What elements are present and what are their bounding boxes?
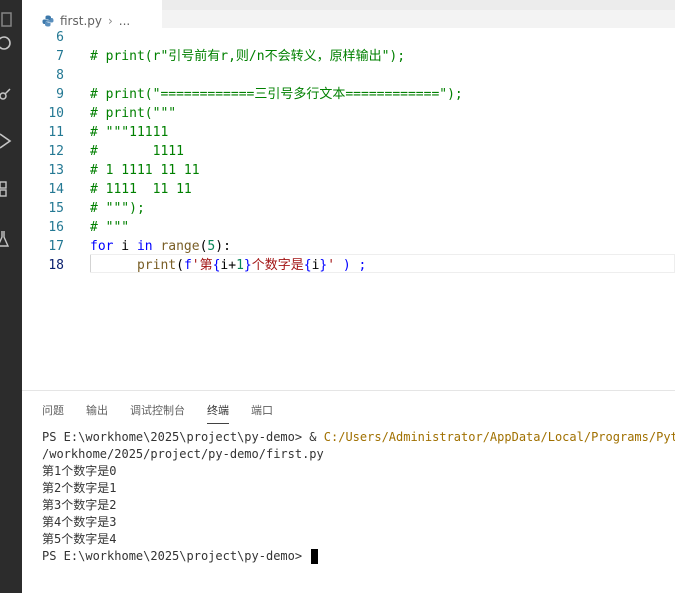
breadcrumb-symbols[interactable]: ...	[119, 14, 130, 28]
number-literal: 1	[236, 258, 244, 273]
code-line-for-loop: for i in range(5):	[90, 237, 231, 256]
terminal-output-line: 第3个数字是2	[42, 498, 117, 512]
activity-bar	[0, 0, 22, 593]
keyword-for: for	[90, 239, 114, 254]
line-number: 14	[48, 182, 64, 197]
terminal-output[interactable]: PS E:\workhome\2025\project\py-demo> & C…	[42, 429, 675, 565]
breadcrumb-separator: ›	[107, 14, 113, 28]
line-number: 16	[48, 220, 64, 235]
line-number: 17	[48, 239, 64, 254]
tab-problems[interactable]: 问题	[42, 403, 64, 421]
line-number: 13	[48, 163, 64, 178]
line-number: 6	[56, 30, 64, 45]
code-line: # 1111	[90, 142, 184, 161]
line-number: 11	[48, 125, 64, 140]
string-part: '	[327, 258, 336, 273]
tab-bar-empty-area	[162, 0, 675, 10]
comment-text: # """);	[90, 201, 145, 216]
breadcrumb-file[interactable]: first.py	[60, 14, 102, 28]
code-line-print: print(f'第{i+1}个数字是{i}' ) ;	[90, 256, 366, 275]
comment-text: # """	[90, 220, 130, 235]
line-number: 10	[48, 106, 64, 121]
loop-variable: i	[113, 239, 137, 254]
search-icon[interactable]	[0, 34, 14, 54]
line-number: 8	[56, 68, 64, 83]
code-line: # 1111 11 11	[90, 180, 192, 199]
python-exe-path: C:/Users/Administrator/AppData/Local/Pro…	[323, 430, 675, 444]
terminal-output-line: 第5个数字是4	[42, 532, 117, 546]
comment-text: # """11111	[90, 125, 169, 140]
terminal-prompt: PS E:\workhome\2025\project\py-demo> &	[42, 430, 324, 444]
tab-debug-console[interactable]: 调试控制台	[130, 403, 185, 421]
source-control-icon[interactable]	[0, 84, 14, 104]
comment-text: # 1 1111 11 11	[90, 163, 200, 178]
code-line: # """);	[90, 199, 145, 218]
comment-text: # print(r"引号前有r,则/n不会转义，原样输出");	[90, 49, 406, 64]
comment-text: # print("============三引号多行文本============…	[90, 87, 463, 102]
panel-tab-bar: 问题 输出 调试控制台 终端 端口	[42, 403, 295, 424]
close-paren-colon: ):	[215, 239, 231, 254]
tab-output[interactable]: 输出	[86, 403, 108, 421]
terminal-cursor	[311, 549, 319, 564]
code-line: # print(r"引号前有r,则/n不会转义，原样输出");	[90, 47, 405, 66]
terminal-output-line: 第4个数字是3	[42, 515, 117, 529]
code-editor[interactable]: 6 7 8 9 10 11 12 13 14 15 16 17 18 # pri…	[22, 28, 675, 390]
tab-ports[interactable]: 端口	[251, 403, 273, 421]
string-part: '第	[191, 258, 213, 273]
comment-text: # 1111 11 11	[90, 182, 192, 197]
open-paren: (	[176, 258, 184, 273]
keyword-in: in	[136, 239, 153, 254]
expression: i+	[220, 258, 237, 273]
brace: {	[303, 258, 312, 273]
code-line: # 1 1111 11 11	[90, 161, 200, 180]
line-number-active: 18	[48, 258, 64, 273]
run-debug-icon[interactable]	[0, 131, 14, 151]
extensions-icon[interactable]	[0, 180, 14, 200]
fstring-prefix: f	[183, 258, 192, 273]
files-icon[interactable]	[0, 10, 14, 30]
close-paren-semicolon: ) ;	[335, 258, 367, 273]
function-range: range	[152, 239, 200, 254]
comment-text: # 1111	[90, 144, 184, 159]
terminal-command-line: PS E:\workhome\2025\project\py-demo> & C…	[42, 429, 675, 446]
terminal-output-line: 第1个数字是0	[42, 464, 117, 478]
terminal-output-line: 第2个数字是1	[42, 481, 117, 495]
string-part: 个数字是	[251, 258, 304, 273]
terminal-prompt: PS E:\workhome\2025\project\py-demo>	[42, 549, 310, 563]
code-line: # """11111	[90, 123, 168, 142]
line-number: 12	[48, 144, 64, 159]
code-line: # print("============三引号多行文本============…	[90, 85, 463, 104]
code-line: # print("""	[90, 104, 176, 123]
bottom-panel: 问题 输出 调试控制台 终端 端口 PS E:\workhome\2025\pr…	[22, 390, 675, 594]
python-file-icon	[42, 15, 54, 27]
comment-text: # print("""	[90, 106, 177, 121]
code-line: # """	[90, 218, 129, 237]
function-print: print	[136, 258, 177, 273]
line-number: 7	[56, 49, 64, 64]
terminal-prompt-line: PS E:\workhome\2025\project\py-demo>	[42, 548, 675, 565]
testing-icon[interactable]	[0, 229, 14, 249]
tab-terminal[interactable]: 终端	[207, 403, 229, 424]
line-number: 15	[48, 201, 64, 216]
terminal-script-path: /workhome/2025/project/py-demo/first.py	[42, 447, 324, 461]
line-number: 9	[56, 87, 64, 102]
brace: }	[243, 258, 252, 273]
